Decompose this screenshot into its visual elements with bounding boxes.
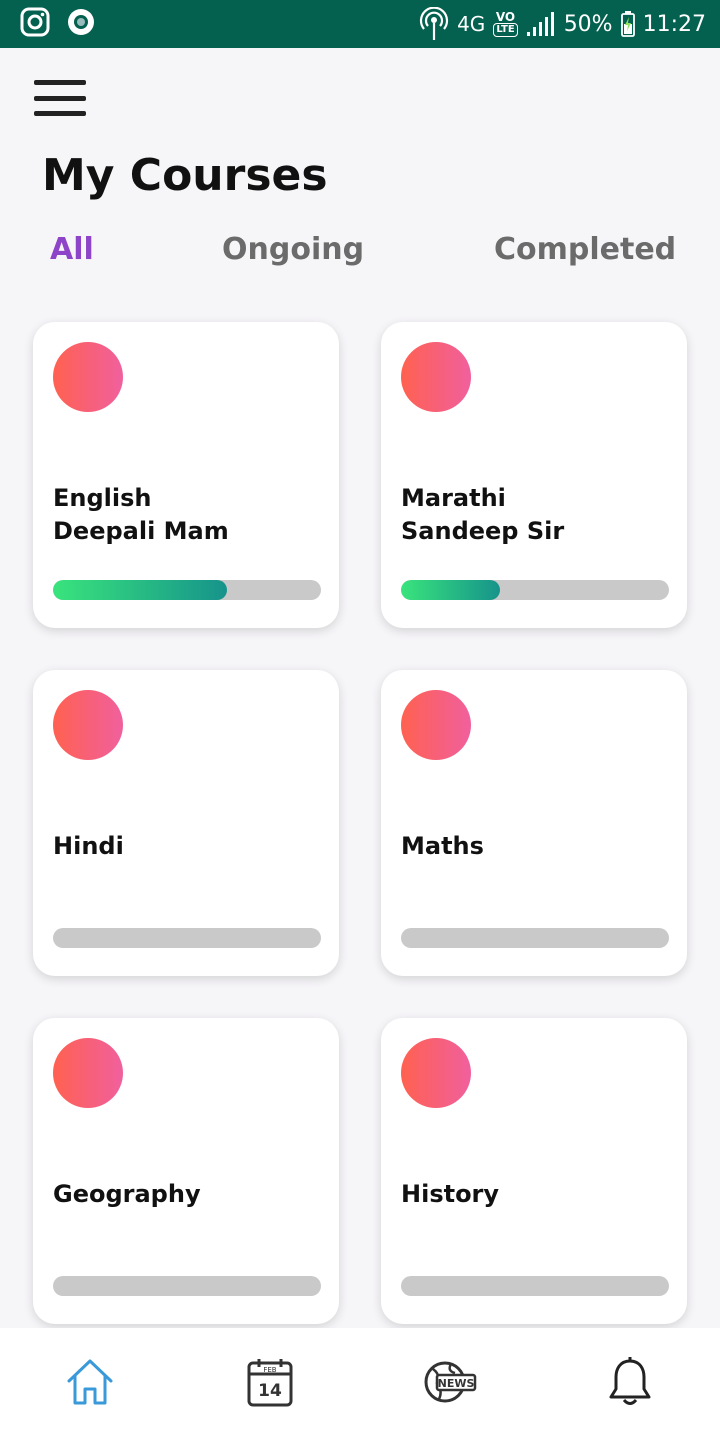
calendar-icon: FEB 14	[245, 1357, 295, 1411]
course-card-geography[interactable]: Geography	[33, 1018, 339, 1324]
course-name: English	[53, 484, 152, 512]
course-card-maths[interactable]: Maths	[381, 670, 687, 976]
course-card-history[interactable]: History	[381, 1018, 687, 1324]
course-filter-tabs: All Ongoing Completed	[0, 232, 720, 280]
course-avatar	[53, 690, 123, 760]
battery-percent: 50%	[563, 11, 613, 37]
course-name: Hindi	[53, 832, 124, 860]
course-name: Geography	[53, 1180, 201, 1208]
nav-home[interactable]	[50, 1344, 130, 1424]
clock: 11:27	[642, 11, 706, 37]
status-bar: 4G VO LTE 50% 11:27	[0, 0, 720, 48]
course-name: Marathi	[401, 484, 506, 512]
svg-text:FEB: FEB	[263, 1366, 276, 1374]
course-teacher: Deepali Mam	[53, 517, 229, 545]
bell-icon	[608, 1357, 652, 1411]
course-progress-bar	[53, 928, 321, 948]
hotspot-icon	[419, 7, 449, 41]
battery-icon	[620, 11, 635, 37]
course-progress-bar	[401, 580, 669, 600]
course-progress-bar	[53, 1276, 321, 1296]
nav-notifications[interactable]	[590, 1344, 670, 1424]
course-card-english[interactable]: English Deepali Mam	[33, 322, 339, 628]
nav-calendar[interactable]: FEB 14	[230, 1344, 310, 1424]
news-icon: NEWS	[423, 1357, 477, 1411]
course-progress-bar	[401, 1276, 669, 1296]
course-avatar	[401, 342, 471, 412]
home-icon	[65, 1357, 115, 1411]
course-avatar	[401, 690, 471, 760]
tab-completed[interactable]: Completed	[494, 232, 676, 267]
course-card-hindi[interactable]: Hindi	[33, 670, 339, 976]
bottom-navigation: FEB 14 NEWS	[0, 1328, 720, 1440]
signal-icon	[526, 11, 556, 37]
course-name: History	[401, 1180, 500, 1208]
nav-news[interactable]: NEWS	[410, 1344, 490, 1424]
instagram-icon	[20, 7, 50, 41]
course-card-marathi[interactable]: Marathi Sandeep Sir	[381, 322, 687, 628]
course-avatar	[53, 342, 123, 412]
course-avatar	[401, 1038, 471, 1108]
course-progress-bar	[53, 580, 321, 600]
course-progress-bar	[401, 928, 669, 948]
course-teacher: Sandeep Sir	[401, 517, 565, 545]
page-title: My Courses	[42, 150, 328, 201]
tab-ongoing[interactable]: Ongoing	[222, 232, 364, 267]
svg-text:NEWS: NEWS	[438, 1377, 475, 1390]
svg-text:14: 14	[258, 1381, 282, 1401]
hamburger-menu-icon[interactable]	[34, 80, 86, 116]
record-icon	[66, 7, 96, 41]
network-type: 4G	[457, 12, 486, 36]
tab-all[interactable]: All	[50, 232, 94, 267]
course-avatar	[53, 1038, 123, 1108]
volte-icon: VO LTE	[493, 11, 518, 37]
course-name: Maths	[401, 832, 484, 860]
